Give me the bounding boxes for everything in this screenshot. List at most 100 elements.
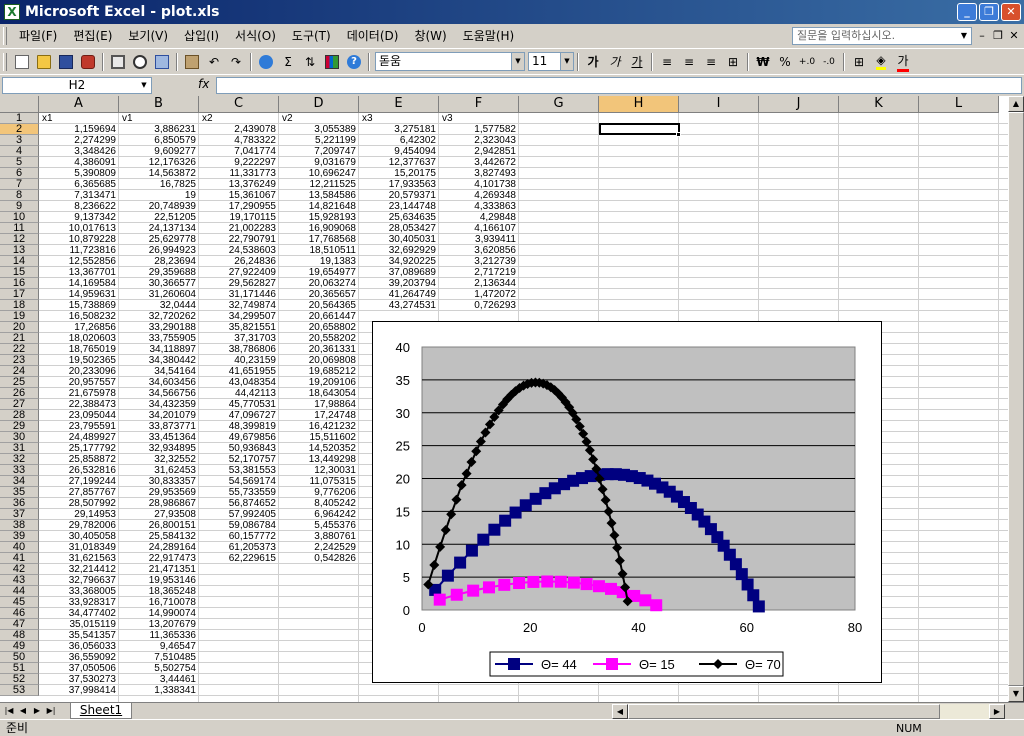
row-header[interactable]: 10	[0, 212, 39, 223]
column-header-d[interactable]: D	[279, 96, 359, 113]
chart-wizard-button[interactable]	[322, 52, 342, 72]
cell[interactable]: 31,62453	[119, 465, 199, 476]
row-header[interactable]: 35	[0, 487, 39, 498]
align-left-button[interactable]: ≡	[657, 52, 677, 72]
cell[interactable]: 9,46547	[119, 641, 199, 652]
cell[interactable]: 3,827493	[439, 168, 519, 179]
cell[interactable]: 31,171446	[199, 289, 279, 300]
cell[interactable]: 27,93508	[119, 509, 199, 520]
cell[interactable]: 4,386091	[39, 157, 119, 168]
menu-format[interactable]: 서식(O)	[227, 26, 284, 46]
horizontal-scrollbar[interactable]: ◀ ▶	[612, 704, 1005, 719]
row-header[interactable]: 30	[0, 432, 39, 443]
cell[interactable]: 25,858872	[39, 454, 119, 465]
cell[interactable]: 17,24748	[279, 410, 359, 421]
cell[interactable]: 31,621563	[39, 553, 119, 564]
cell[interactable]: 9,031679	[279, 157, 359, 168]
row-header[interactable]: 39	[0, 531, 39, 542]
cell[interactable]: 22,917473	[119, 553, 199, 564]
row-header[interactable]: 34	[0, 476, 39, 487]
cell[interactable]: 32,32552	[119, 454, 199, 465]
row-header[interactable]: 4	[0, 146, 39, 157]
cell[interactable]: 11,723816	[39, 245, 119, 256]
cell[interactable]: 6,964242	[279, 509, 359, 520]
cell[interactable]: 24,538603	[199, 245, 279, 256]
cell[interactable]: 37,530273	[39, 674, 119, 685]
cell[interactable]: 5,390809	[39, 168, 119, 179]
cell[interactable]: 11,331773	[199, 168, 279, 179]
column-header-l[interactable]: L	[919, 96, 999, 113]
horizontal-scroll-thumb[interactable]	[628, 704, 940, 719]
cell[interactable]: 25,584132	[119, 531, 199, 542]
row-header[interactable]: 9	[0, 201, 39, 212]
cell[interactable]: 54,569174	[199, 476, 279, 487]
row-header[interactable]: 38	[0, 520, 39, 531]
cell[interactable]: 10,879228	[39, 234, 119, 245]
scroll-up-button[interactable]: ▲	[1008, 96, 1024, 112]
row-header[interactable]: 29	[0, 421, 39, 432]
cell[interactable]: 2,274299	[39, 135, 119, 146]
row-header[interactable]: 8	[0, 190, 39, 201]
cell[interactable]: 34,603456	[119, 377, 199, 388]
cell[interactable]: 32,749874	[199, 300, 279, 311]
row-header[interactable]: 49	[0, 641, 39, 652]
font-size-select[interactable]: 11 ▼	[528, 52, 574, 71]
scroll-left-button[interactable]: ◀	[612, 704, 628, 719]
row-header[interactable]: 1	[0, 113, 39, 124]
cell[interactable]: 13,584586	[279, 190, 359, 201]
borders-button[interactable]: ⊞	[849, 52, 869, 72]
font-name-select[interactable]: 돋움 ▼	[375, 52, 525, 71]
row-header[interactable]: 47	[0, 619, 39, 630]
active-cell[interactable]	[599, 123, 680, 135]
column-header-j[interactable]: J	[759, 96, 839, 113]
fill-handle[interactable]	[676, 132, 681, 137]
cell[interactable]: 9,776206	[279, 487, 359, 498]
column-header-k[interactable]: K	[839, 96, 919, 113]
cell[interactable]: 27,199244	[39, 476, 119, 487]
cell[interactable]: 4,783322	[199, 135, 279, 146]
cell[interactable]: 20,069808	[279, 355, 359, 366]
cell[interactable]: 24,289164	[119, 542, 199, 553]
row-header[interactable]: 21	[0, 333, 39, 344]
menu-tools[interactable]: 도구(T)	[284, 26, 339, 46]
menu-window[interactable]: 창(W)	[406, 26, 454, 46]
row-header[interactable]: 18	[0, 300, 39, 311]
row-header[interactable]: 32	[0, 454, 39, 465]
cell[interactable]: 25,634635	[359, 212, 439, 223]
chevron-down-icon[interactable]: ▼	[560, 53, 573, 70]
minimize-button[interactable]: _	[957, 3, 977, 21]
row-header[interactable]: 23	[0, 355, 39, 366]
row-header[interactable]: 51	[0, 663, 39, 674]
open-button[interactable]	[34, 52, 54, 72]
cell[interactable]: 37,050506	[39, 663, 119, 674]
cell[interactable]: 34,477402	[39, 608, 119, 619]
cell[interactable]: 12,176326	[119, 157, 199, 168]
cell[interactable]: 12,211525	[279, 179, 359, 190]
cell[interactable]: 62,229615	[199, 553, 279, 564]
cell[interactable]: 20,748939	[119, 201, 199, 212]
row-header[interactable]: 27	[0, 399, 39, 410]
row-header[interactable]: 5	[0, 157, 39, 168]
hyperlink-button[interactable]	[256, 52, 276, 72]
scroll-down-button[interactable]: ▼	[1008, 686, 1024, 702]
cell[interactable]: 3,442672	[439, 157, 519, 168]
cell[interactable]: 6,42302	[359, 135, 439, 146]
menu-view[interactable]: 보기(V)	[120, 26, 176, 46]
bold-button[interactable]: 가	[583, 52, 603, 72]
row-header[interactable]: 44	[0, 586, 39, 597]
cell[interactable]: 7,510485	[119, 652, 199, 663]
new-button[interactable]	[12, 52, 32, 72]
cell[interactable]: 28,053427	[359, 223, 439, 234]
italic-button[interactable]: 가	[605, 52, 625, 72]
cell[interactable]: 21,675978	[39, 388, 119, 399]
underline-button[interactable]: 가	[627, 52, 647, 72]
row-header[interactable]: 15	[0, 267, 39, 278]
cell[interactable]: 52,170757	[199, 454, 279, 465]
row-header[interactable]: 40	[0, 542, 39, 553]
row-header[interactable]: 22	[0, 344, 39, 355]
cell[interactable]: 37,998414	[39, 685, 119, 696]
cell[interactable]: v1	[119, 113, 199, 124]
cell[interactable]: 34,201079	[119, 410, 199, 421]
cell[interactable]: 49,679856	[199, 432, 279, 443]
row-header[interactable]: 36	[0, 498, 39, 509]
